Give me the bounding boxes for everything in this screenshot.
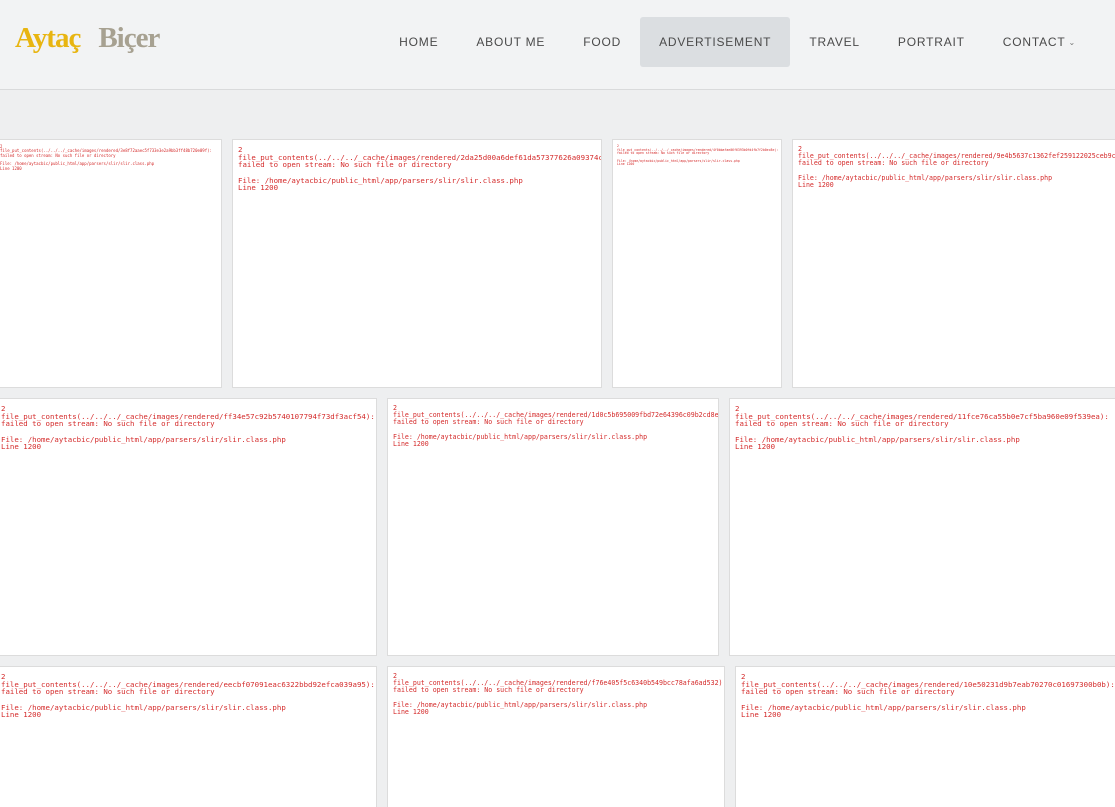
main-nav: HOME ABOUT ME FOOD ADVERTISEMENT TRAVEL … (380, 17, 1095, 67)
error-hash: 4f0bbafae06f6393b0fd4fb7f2b0ec8e (712, 147, 775, 152)
nav-advertisement[interactable]: ADVERTISEMENT (640, 17, 791, 67)
error-hash: 11fce76ca55b0e7cf5ba960e09f539ea (957, 411, 1100, 421)
error-line: Line 1200 (1, 442, 42, 452)
error-hash: 9e4b5637c1362fef259122025ceb9cd0 (996, 152, 1115, 160)
gallery-tile-10[interactable]: 2 file_put_contents(../../../_cache/image… (735, 666, 1115, 807)
logo-first-name: Aytaç (15, 22, 81, 54)
error-file: File: /home/aytacbic/public_html/app/par… (735, 434, 1020, 444)
error-line: Line 1200 (1, 710, 42, 720)
gallery-tile-1[interactable]: 2 file_put_contents(../../../_cache/image… (0, 139, 222, 388)
gallery-tile-2[interactable]: 2 file_put_contents(../../../_cache/image… (232, 139, 602, 388)
error-stream: failed to open stream: No such file or d… (1, 419, 215, 429)
gallery-tile-7[interactable]: 2 file_put_contents(../../../_cache/image… (729, 398, 1115, 656)
error-stream: failed to open stream: No such file or d… (735, 419, 949, 429)
error-message: 2 file_put_contents(../../../_cache/image… (0, 667, 376, 719)
error-file: File: /home/aytacbic/public_html/app/par… (238, 175, 523, 185)
gallery-tile-9[interactable]: 2 file_put_contents(../../../_cache/image… (387, 666, 725, 807)
error-file: File: /home/aytacbic/public_html/app/par… (741, 702, 1026, 712)
error-stream: failed to open stream: No such file or d… (1, 687, 215, 697)
nav-home-label: HOME (399, 35, 439, 49)
error-hash: ff34e57c92b5740107794f73df3acf54 (223, 411, 366, 421)
error-line: Line 1200 (393, 440, 429, 448)
nav-home[interactable]: HOME (380, 17, 457, 67)
error-message: 2 file_put_contents(../../../_cache/image… (0, 399, 376, 451)
error-stream: failed to open stream: No such file or d… (393, 418, 584, 426)
nav-portrait[interactable]: PORTRAIT (879, 17, 984, 67)
error-file: File: /home/aytacbic/public_html/app/par… (798, 174, 1053, 182)
error-message: 2 file_put_contents(../../../_cache/image… (388, 667, 724, 716)
error-line: Line 1200 (393, 708, 429, 716)
error-line: Line 1200 (735, 442, 776, 452)
gallery-tile-5[interactable]: 2 file_put_contents(../../../_cache/image… (0, 398, 377, 656)
nav-advertisement-label: ADVERTISEMENT (659, 35, 772, 49)
nav-contact[interactable]: CONTACT ⌄ (984, 17, 1095, 67)
photo-gallery: 2 file_put_contents(../../../_cache/image… (0, 91, 1115, 807)
error-file: File: /home/aytacbic/public_html/app/par… (1, 702, 286, 712)
error-stream: failed to open stream: No such file or d… (393, 686, 584, 694)
error-hash: f76e405f5c6340b549bcc78afa6ad532 (591, 679, 719, 687)
nav-food[interactable]: FOOD (564, 17, 640, 67)
nav-travel[interactable]: TRAVEL (790, 17, 879, 67)
error-hash: eecbf07091eac6322bbd92efca039a95 (223, 679, 366, 689)
error-message: 2 file_put_contents(../../../_cache/image… (233, 140, 601, 192)
error-file: File: /home/aytacbic/public_html/app/par… (393, 433, 648, 441)
error-hash: 3e8f72aaec5f733e3e2a9bb3ff48b720e09f (120, 148, 208, 154)
error-message: 2 file_put_contents(../../../_cache/image… (736, 667, 1115, 719)
site-logo[interactable]: Aytaç Biçer (15, 22, 160, 62)
error-message: 2 file_put_contents(../../../_cache/image… (793, 140, 1115, 189)
logo-last-name: Biçer (98, 22, 160, 54)
error-line: Line 1200 (617, 162, 635, 167)
site-header: Aytaç Biçer HOME ABOUT ME FOOD ADVERTISE… (0, 0, 1115, 90)
chevron-down-icon: ⌄ (1068, 37, 1076, 47)
error-file: File: /home/aytacbic/public_html/app/par… (1, 434, 286, 444)
nav-about-me-label: ABOUT ME (476, 35, 546, 49)
nav-about-me[interactable]: ABOUT ME (457, 17, 564, 67)
gallery-tile-8[interactable]: 2 file_put_contents(../../../_cache/image… (0, 666, 377, 807)
error-stream: failed to open stream: No such file or d… (741, 687, 955, 697)
nav-food-label: FOOD (583, 35, 622, 49)
gallery-tile-6[interactable]: 2 file_put_contents(../../../_cache/image… (387, 398, 719, 656)
gallery-tile-3[interactable]: 2 file_put_contents(../../../_cache/image… (612, 139, 782, 388)
error-message: 2 file_put_contents(../../../_cache/image… (613, 140, 781, 167)
error-file: File: /home/aytacbic/public_html/app/par… (393, 701, 648, 709)
nav-travel-label: TRAVEL (809, 35, 860, 49)
error-message: 2 file_put_contents(../../../_cache/image… (388, 399, 718, 448)
error-line: Line 1200 (238, 183, 279, 193)
error-hash: 2da25d00a6def61da57377626a09374c (460, 152, 602, 162)
error-line: Line 1200 (798, 181, 834, 189)
error-line: Line 1200 (0, 165, 22, 171)
gallery-tile-4[interactable]: 2 file_put_contents(../../../_cache/image… (792, 139, 1115, 388)
error-line: Line 1200 (741, 710, 782, 720)
error-message: 2 file_put_contents(../../../_cache/image… (0, 140, 221, 171)
error-hash: 10e50231d9b7eab70270c01697300b0b (963, 679, 1106, 689)
error-hash: 1d0c5b695009fbd72e64396c09b2cd8e (591, 411, 719, 419)
error-stream: failed to open stream: No such file or d… (798, 159, 989, 167)
nav-portrait-label: PORTRAIT (897, 35, 965, 49)
error-stream: failed to open stream: No such file or d… (238, 160, 452, 170)
nav-contact-label: CONTACT (1002, 35, 1066, 49)
error-message: 2 file_put_contents(../../../_cache/image… (730, 399, 1115, 451)
